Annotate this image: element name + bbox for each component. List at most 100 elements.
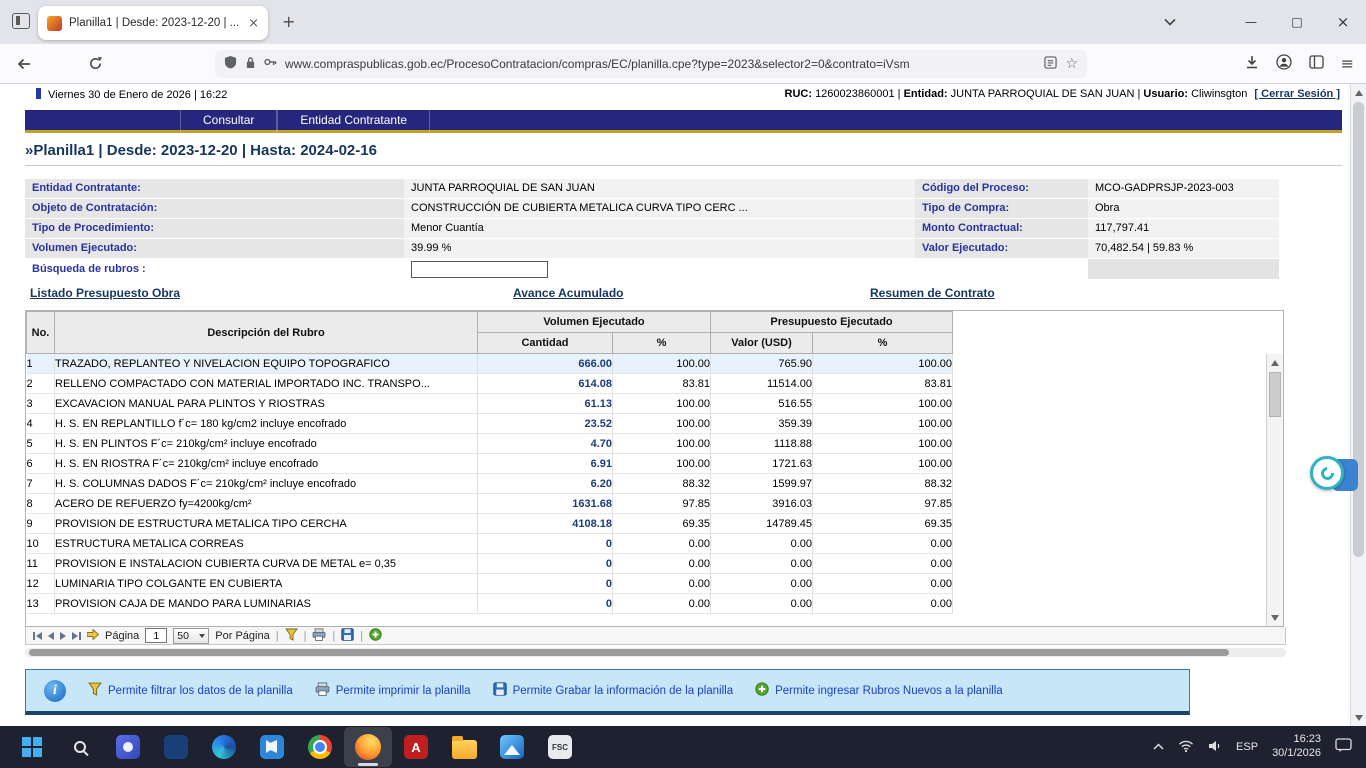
refresh-button[interactable]	[88, 56, 103, 71]
table-row[interactable]: 6H. S. EN RIOSTRA F´c= 210kg/cm² incluye…	[27, 454, 953, 474]
page-number-input[interactable]	[145, 628, 167, 643]
taskbar-firefox-active[interactable]	[344, 727, 392, 767]
minimize-button[interactable]: —	[1228, 0, 1274, 44]
tab-list-chevron-icon[interactable]	[1164, 17, 1176, 29]
table-row[interactable]: 2RELLENO COMPACTADO CON MATERIAL IMPORTA…	[27, 374, 953, 394]
add-icon[interactable]	[369, 628, 382, 644]
save-icon[interactable]	[341, 628, 354, 644]
search-button[interactable]	[56, 727, 104, 767]
new-tab-button[interactable]: +	[282, 12, 295, 31]
logout-link[interactable]: [ Cerrar Sesión ]	[1254, 88, 1340, 100]
grid-vertical-scrollbar[interactable]	[1266, 354, 1283, 626]
cell-descripcion: RELLENO COMPACTADO CON MATERIAL IMPORTAD…	[55, 374, 478, 394]
language-indicator[interactable]: ESP	[1236, 741, 1258, 753]
cell-valor-usd: 1118.88	[711, 434, 813, 454]
table-row[interactable]: 12LUMINARIA TIPO COLGANTE EN CUBIERTA00.…	[27, 574, 953, 594]
cell-presupuesto-pct: 100.00	[813, 394, 953, 414]
header-volumen-pct: %	[613, 333, 711, 354]
table-row[interactable]: 10ESTRUCTURA METALICA CORREAS00.000.000.…	[27, 534, 953, 554]
browser-tab[interactable]: Planilla1 | Desde: 2023-12-20 | ... ×	[38, 6, 268, 40]
link-listado-presupuesto[interactable]: Listado Presupuesto Obra	[30, 286, 180, 300]
sidebar-icon[interactable]	[1309, 55, 1324, 72]
goto-page-icon[interactable]	[87, 629, 99, 643]
taskbar-app-2[interactable]	[152, 727, 200, 767]
notifications-icon[interactable]	[1335, 738, 1352, 756]
table-row[interactable]: 3EXCAVACION MANUAL PARA PLINTOS Y RIOSTR…	[27, 394, 953, 414]
url-field[interactable]: www.compraspublicas.gob.ec/ProcesoContra…	[215, 50, 1087, 78]
scroll-up-icon[interactable]	[1351, 85, 1366, 100]
link-avance-acumulado[interactable]: Avance Acumulado	[513, 286, 623, 300]
taskbar-file-explorer[interactable]	[440, 727, 488, 767]
table-row[interactable]: 1TRAZADO, REPLANTEO Y NIVELACION EQUIPO …	[27, 354, 953, 374]
table-row[interactable]: 9PROVISION DE ESTRUCTURA METALICA TIPO C…	[27, 514, 953, 534]
menu-icon[interactable]: ≡	[1341, 54, 1354, 73]
reader-view-icon[interactable]	[1044, 56, 1057, 72]
back-button[interactable]	[16, 56, 32, 72]
floating-widget-button[interactable]	[1310, 456, 1344, 490]
scroll-down-icon[interactable]	[1351, 710, 1366, 725]
table-row[interactable]: 5H. S. EN PLINTOS F´c= 210kg/cm² incluye…	[27, 434, 953, 454]
per-page-select[interactable]: 50	[173, 628, 209, 644]
site-permission-icon[interactable]	[264, 57, 277, 70]
bookmark-star-icon[interactable]: ☆	[1065, 56, 1078, 72]
cell-cantidad: 0	[478, 594, 613, 614]
grid-horizontal-scrollbar[interactable]	[25, 648, 1286, 657]
system-tray: ESP 16:23 30/1/2026	[1153, 733, 1366, 761]
table-row[interactable]: 4H. S. EN REPLANTILLO f´c= 180 kg/cm2 in…	[27, 414, 953, 434]
grid-scroll-thumb[interactable]	[1269, 372, 1281, 417]
cell-presupuesto-pct: 0.00	[813, 554, 953, 574]
scroll-down-icon[interactable]	[1267, 610, 1283, 625]
lock-icon[interactable]	[245, 56, 256, 72]
header-descripcion: Descripción del Rubro	[55, 312, 478, 354]
maximize-button[interactable]: □	[1274, 0, 1320, 44]
nav-item-entidad-contratante[interactable]: Entidad Contratante	[277, 109, 430, 132]
table-row[interactable]: 11PROVISION E INSTALACION CUBIERTA CURVA…	[27, 554, 953, 574]
downloads-icon[interactable]	[1245, 55, 1259, 72]
cell-descripcion: TRAZADO, REPLANTEO Y NIVELACION EQUIPO T…	[55, 354, 478, 374]
taskbar-app-1[interactable]	[104, 727, 152, 767]
first-page-button[interactable]	[33, 632, 42, 640]
cell-valor-usd: 359.39	[711, 414, 813, 434]
cell-cantidad: 23.52	[478, 414, 613, 434]
legend-box: i Permite filtrar los datos de la planil…	[25, 669, 1190, 715]
horizontal-scroll-thumb[interactable]	[29, 649, 1229, 656]
account-icon[interactable]	[1276, 54, 1292, 73]
taskbar-vscode[interactable]	[248, 727, 296, 767]
wifi-icon[interactable]	[1178, 740, 1194, 755]
table-row[interactable]: 7H. S. COLUMNAS DADOS F´c= 210kg/cm² inc…	[27, 474, 953, 494]
shield-icon[interactable]	[224, 55, 237, 72]
hidden-icons-chevron-icon[interactable]	[1153, 741, 1164, 753]
search-input[interactable]	[411, 261, 548, 278]
nav-item-consultar[interactable]: Consultar	[180, 109, 277, 132]
start-button[interactable]	[8, 727, 56, 767]
page-scrollbar[interactable]	[1350, 84, 1366, 726]
table-row[interactable]: 13PROVISION CAJA DE MANDO PARA LUMINARIA…	[27, 594, 953, 614]
prev-page-button[interactable]	[48, 632, 54, 640]
window-controls: — □ ×	[1228, 0, 1366, 44]
print-icon[interactable]	[312, 628, 326, 644]
scroll-up-icon[interactable]	[1267, 355, 1283, 370]
taskbar-photos[interactable]	[488, 727, 536, 767]
taskbar-app-fsc[interactable]: FSC	[536, 727, 584, 767]
tab-strip: Planilla1 | Desde: 2023-12-20 | ... × + …	[0, 0, 1366, 44]
tab-close-icon[interactable]: ×	[248, 16, 259, 31]
taskbar-acrobat[interactable]: A	[392, 727, 440, 767]
cell-valor-usd: 1721.63	[711, 454, 813, 474]
next-page-button[interactable]	[60, 632, 66, 640]
table-row[interactable]: 8ACERO DE REFUERZO fy=4200kg/cm²1631.689…	[27, 494, 953, 514]
web-page: Viernes 30 de Enero de 2026 | 16:22 RUC:…	[0, 84, 1366, 726]
floating-widget[interactable]	[1304, 456, 1344, 494]
volume-icon[interactable]	[1208, 740, 1222, 755]
close-button[interactable]: ×	[1320, 0, 1366, 44]
taskbar-chrome[interactable]	[296, 727, 344, 767]
cell-cantidad: 61.13	[478, 394, 613, 414]
link-resumen-contrato[interactable]: Resumen de Contrato	[870, 286, 995, 300]
taskbar-edge[interactable]	[200, 727, 248, 767]
firefox-icon	[355, 734, 381, 760]
last-page-button[interactable]	[72, 632, 81, 640]
info-label: Código del Proceso:	[915, 179, 1088, 199]
cell-volumen-pct: 83.81	[613, 374, 711, 394]
filter-icon[interactable]	[285, 628, 298, 644]
taskbar-clock[interactable]: 16:23 30/1/2026	[1272, 733, 1321, 761]
browser-view-icon[interactable]	[12, 13, 30, 29]
